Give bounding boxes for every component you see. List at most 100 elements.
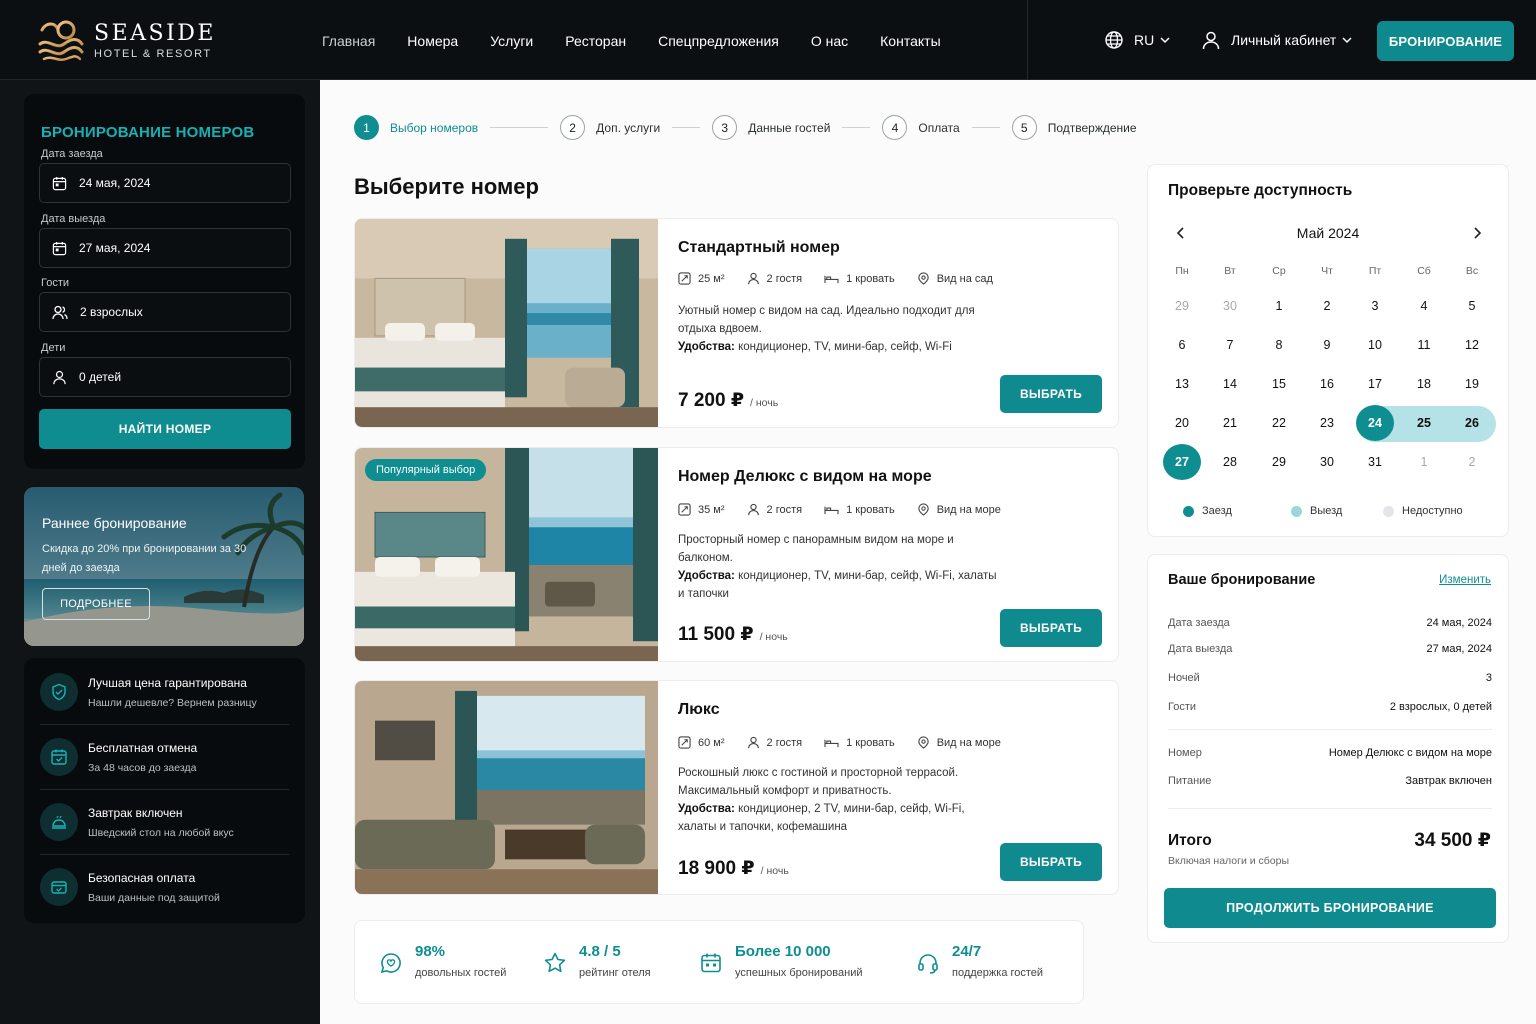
language-selector[interactable]: RU xyxy=(1104,30,1170,50)
legend-dot xyxy=(1383,505,1394,517)
site-header: SEASIDE HOTEL & RESORT Главная Номера Ус… xyxy=(0,0,1536,80)
find-room-button[interactable]: НАЙТИ НОМЕР xyxy=(39,409,291,449)
feature-best-price: Лучшая цена гарантирована Нашли дешевле?… xyxy=(40,658,290,722)
room-meta: 25 м² 2 гостя 1 кровать Вид на сад xyxy=(678,272,1015,285)
calendar-day[interactable]: 22 xyxy=(1255,404,1303,442)
summary-key: Гости xyxy=(1168,701,1197,713)
room-price: 7 200 ₽ / ночь xyxy=(678,389,778,412)
calendar-day[interactable]: 5 xyxy=(1448,287,1496,325)
feature-subtitle: За 48 часов до заезда xyxy=(88,762,197,774)
weekday-label: Ср xyxy=(1272,265,1286,277)
checkout-field[interactable]: 27 мая, 2024 xyxy=(39,228,291,268)
main-content: 1 Выбор номеров 2 Доп. услуги 3 Данные г… xyxy=(320,80,1536,1024)
chevron-right-icon[interactable] xyxy=(1470,226,1484,240)
step-room-selection[interactable]: Выбор номеров xyxy=(390,121,478,135)
brand-name: SEASIDE xyxy=(94,20,216,46)
calendar-day[interactable]: 9 xyxy=(1303,326,1351,364)
calendar-day[interactable]: 15 xyxy=(1255,365,1303,403)
checkout-day: 27 xyxy=(1163,444,1201,480)
continue-booking-button[interactable]: ПРОДОЛЖИТЬ БРОНИРОВАНИЕ xyxy=(1164,888,1496,928)
nav-rooms[interactable]: Номера xyxy=(407,32,458,50)
calendar-day[interactable]: 7 xyxy=(1206,326,1254,364)
edit-link[interactable]: Изменить xyxy=(1439,574,1491,586)
language-label: RU xyxy=(1134,32,1155,48)
calendar-day[interactable]: 13 xyxy=(1158,365,1206,403)
guests-value: 2 взрослых xyxy=(80,305,143,319)
nav-services[interactable]: Услуги xyxy=(490,32,533,50)
calendar-day[interactable]: 1 xyxy=(1255,287,1303,325)
calendar-day[interactable]: 3 xyxy=(1351,287,1399,325)
calendar-day[interactable]: 18 xyxy=(1400,365,1448,403)
calendar-day[interactable]: 14 xyxy=(1206,365,1254,403)
header-book-button[interactable]: БРОНИРОВАНИЕ xyxy=(1377,21,1514,61)
checkin-field[interactable]: 24 мая, 2024 xyxy=(39,163,291,203)
stat-label: довольных гостей xyxy=(415,967,507,979)
room-desc-text: Роскошный люкс с гостиной и просторной т… xyxy=(678,767,959,797)
nav-offers[interactable]: Спецпредложения xyxy=(658,32,779,50)
calendar-day[interactable]: 4 xyxy=(1400,287,1448,325)
children-field[interactable]: 0 детей xyxy=(39,357,291,397)
calendar-day[interactable]: 31 xyxy=(1351,443,1399,481)
summary-row: Номер Номер Делюкс с видом на море xyxy=(1168,747,1492,759)
weekday-label: Сб xyxy=(1417,265,1431,277)
room-meta: 60 м² 2 гостя 1 кровать Вид на море xyxy=(678,736,1023,749)
nav-contacts[interactable]: Контакты xyxy=(880,32,940,50)
view-icon xyxy=(917,272,929,285)
nav-home[interactable]: Главная xyxy=(322,32,375,50)
calendar-day[interactable]: 17 xyxy=(1351,365,1399,403)
calendar-day-selected[interactable]: 27 xyxy=(1158,443,1206,481)
calendar-day[interactable]: 6 xyxy=(1158,326,1206,364)
calendar-day[interactable]: 19 xyxy=(1448,365,1496,403)
calendar-day-selected[interactable]: 24 xyxy=(1351,404,1399,442)
calendar-day[interactable]: 8 xyxy=(1255,326,1303,364)
area-icon xyxy=(678,736,691,749)
calendar-day-in-range[interactable]: 26 xyxy=(1448,404,1496,442)
step-extras[interactable]: Доп. услуги xyxy=(596,121,660,135)
calendar-day[interactable]: 28 xyxy=(1206,443,1254,481)
calendar-day[interactable]: 10 xyxy=(1351,326,1399,364)
account-menu[interactable]: Личный кабинет xyxy=(1201,30,1352,50)
stat-value: Более 10 000 xyxy=(735,943,831,960)
booking-steps: 1 Выбор номеров 2 Доп. услуги 3 Данные г… xyxy=(354,115,1137,140)
children-value: 0 детей xyxy=(79,370,122,384)
select-room-button[interactable]: ВЫБРАТЬ xyxy=(1000,609,1102,647)
calendar-day[interactable]: 30 xyxy=(1303,443,1351,481)
calendar-day-in-range[interactable]: 25 xyxy=(1400,404,1448,442)
calendar-day[interactable]: 11 xyxy=(1400,326,1448,364)
amenities-label: Удобства: xyxy=(678,570,735,582)
calendar-day[interactable]: 23 xyxy=(1303,404,1351,442)
calendar-day[interactable]: 21 xyxy=(1206,404,1254,442)
calendar-day[interactable]: 2 xyxy=(1448,443,1496,481)
summary-key: Ночей xyxy=(1168,672,1200,684)
calendar-day[interactable]: 12 xyxy=(1448,326,1496,364)
features-list: Лучшая цена гарантирована Нашли дешевле?… xyxy=(24,658,305,923)
summary-row: Питание Завтрак включен xyxy=(1168,775,1492,787)
user-icon xyxy=(747,272,759,285)
calendar-icon xyxy=(52,241,67,255)
early-booking-promo[interactable]: Раннее бронирование Скидка до 20% при бр… xyxy=(24,487,304,646)
step-number: 1 xyxy=(354,115,379,140)
calendar-day[interactable]: 2 xyxy=(1303,287,1351,325)
select-room-button[interactable]: ВЫБРАТЬ xyxy=(1000,375,1102,413)
step-payment[interactable]: Оплата xyxy=(918,121,959,135)
select-room-button[interactable]: ВЫБРАТЬ xyxy=(1000,843,1102,881)
logo[interactable]: SEASIDE HOTEL & RESORT xyxy=(36,16,216,64)
calendar-day[interactable]: 29 xyxy=(1255,443,1303,481)
calendar-day[interactable]: 1 xyxy=(1400,443,1448,481)
stat-value: 98% xyxy=(415,943,446,960)
nav-restaurant[interactable]: Ресторан xyxy=(565,32,626,50)
step-confirmation[interactable]: Подтверждение xyxy=(1048,121,1137,135)
room-desc-text: Просторный номер с панорамным видом на м… xyxy=(678,534,954,564)
nav-about[interactable]: О нас xyxy=(811,32,848,50)
room-bed: 1 кровать xyxy=(846,272,895,285)
step-guest-data[interactable]: Данные гостей xyxy=(748,121,830,135)
children-label: Дети xyxy=(41,342,66,354)
guests-field[interactable]: 2 взрослых xyxy=(39,292,291,332)
calendar-day[interactable]: 20 xyxy=(1158,404,1206,442)
calendar-icon xyxy=(52,176,67,190)
calendar-day[interactable]: 16 xyxy=(1303,365,1351,403)
calendar-day[interactable]: 30 xyxy=(1206,287,1254,325)
promo-more-button[interactable]: ПОДРОБНЕЕ xyxy=(42,588,150,620)
calendar-day[interactable]: 29 xyxy=(1158,287,1206,325)
summary-key: Номер xyxy=(1168,747,1202,759)
